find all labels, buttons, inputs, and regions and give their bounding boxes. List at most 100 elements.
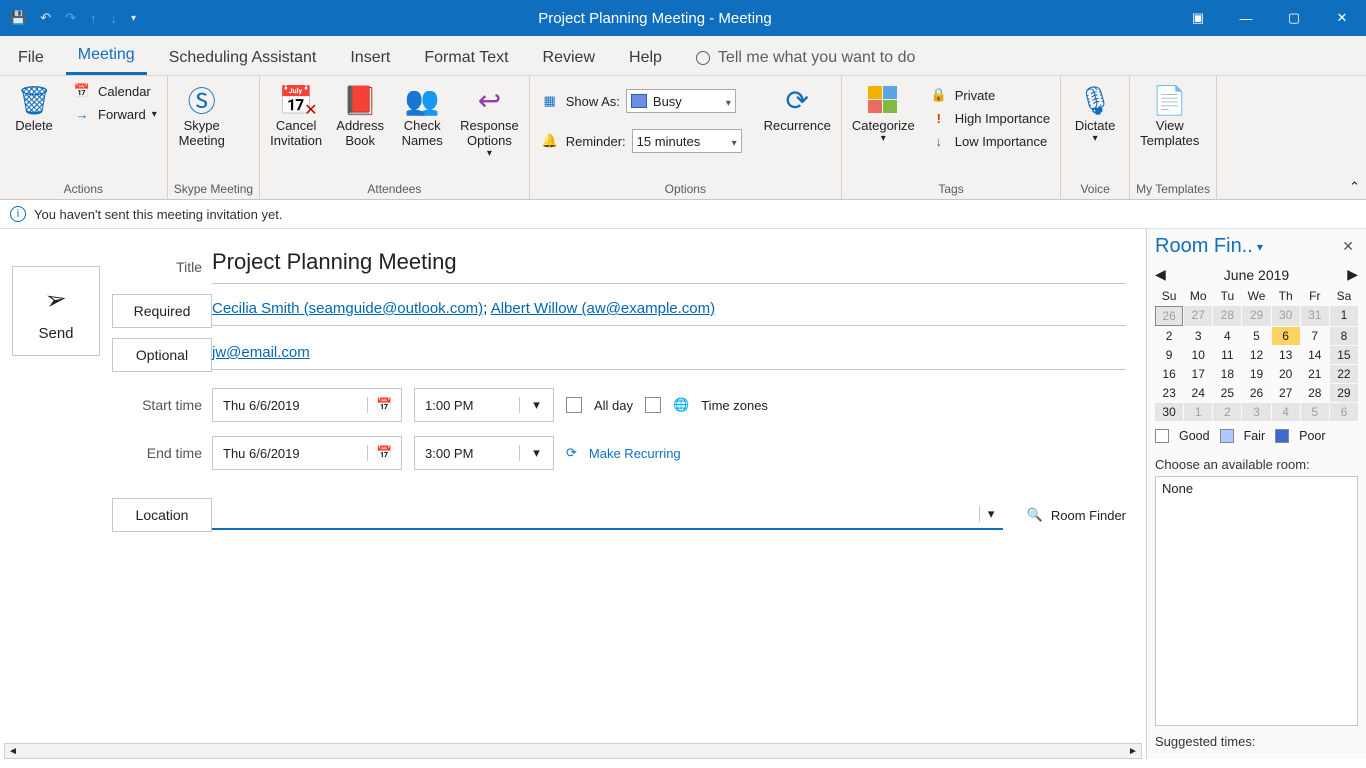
calendar-day[interactable]: 28 xyxy=(1301,384,1329,402)
calendar-day[interactable]: 17 xyxy=(1184,365,1212,383)
calendar-day[interactable]: 22 xyxy=(1330,365,1358,383)
delete-button[interactable]: 🗑 Delete xyxy=(6,80,62,135)
calendar-day[interactable]: 28 xyxy=(1213,306,1241,326)
recipient-link[interactable]: Cecilia Smith (seamguide@outlook.com) xyxy=(212,300,483,317)
recipient-link[interactable]: Albert Willow (aw@example.com) xyxy=(491,300,715,317)
calendar-icon[interactable]: 📅 xyxy=(367,397,401,413)
private-button[interactable]: 🔒 Private xyxy=(925,84,1054,106)
calendar-day[interactable]: 2 xyxy=(1213,403,1241,421)
required-button[interactable]: Required xyxy=(112,294,212,328)
calendar-day[interactable]: 5 xyxy=(1301,403,1329,421)
calendar-day[interactable]: 12 xyxy=(1242,346,1270,364)
tab-scheduling-assistant[interactable]: Scheduling Assistant xyxy=(157,41,329,75)
calendar-day[interactable]: 1 xyxy=(1330,306,1358,326)
calendar-day[interactable]: 3 xyxy=(1184,327,1212,345)
mini-calendar[interactable]: SuMoTuWeThFrSa26272829303112345678910111… xyxy=(1155,287,1358,421)
calendar-day[interactable]: 10 xyxy=(1184,346,1212,364)
tab-review[interactable]: Review xyxy=(531,41,607,75)
redo-icon[interactable]: ↷ xyxy=(65,10,76,26)
tab-file[interactable]: File xyxy=(6,41,56,75)
calendar-day[interactable]: 29 xyxy=(1242,306,1270,326)
send-button[interactable]: ➢ Send xyxy=(12,266,100,356)
undo-icon[interactable]: ↶ xyxy=(40,10,51,26)
calendar-day[interactable]: 19 xyxy=(1242,365,1270,383)
next-month-button[interactable]: ▶ xyxy=(1347,266,1358,283)
chevron-down-icon[interactable]: ▾ xyxy=(519,445,553,461)
pane-close-button[interactable]: ✕ xyxy=(1342,238,1358,255)
start-date-input[interactable]: Thu 6/6/2019 📅 xyxy=(212,388,402,422)
calendar-day[interactable]: 29 xyxy=(1330,384,1358,402)
prev-icon[interactable]: ↑ xyxy=(90,11,97,26)
minimize-button[interactable]: — xyxy=(1222,0,1270,36)
focus-mode-icon[interactable]: ▣ xyxy=(1174,0,1222,36)
horizontal-scrollbar[interactable]: ◄ ► xyxy=(4,743,1142,759)
calendar-day[interactable]: 4 xyxy=(1272,403,1300,421)
view-templates-button[interactable]: 📄 View Templates xyxy=(1136,80,1203,150)
save-icon[interactable]: 💾 xyxy=(10,10,26,26)
low-importance-button[interactable]: ↓ Low Importance xyxy=(925,131,1054,152)
required-field[interactable]: Cecilia Smith (seamguide@outlook.com); A… xyxy=(212,296,1126,326)
maximize-button[interactable]: ▢ xyxy=(1270,0,1318,36)
scroll-right-icon[interactable]: ► xyxy=(1125,746,1141,757)
calendar-day[interactable]: 26 xyxy=(1242,384,1270,402)
optional-field[interactable]: jw@email.com xyxy=(212,340,1126,370)
cancel-invitation-button[interactable]: 📅✕ Cancel Invitation xyxy=(266,80,326,161)
optional-button[interactable]: Optional xyxy=(112,338,212,372)
calendar-icon[interactable]: 📅 xyxy=(367,445,401,461)
recurrence-button[interactable]: ⟳ Recurrence xyxy=(760,80,835,156)
calendar-day[interactable]: 25 xyxy=(1213,384,1241,402)
calendar-day[interactable]: 23 xyxy=(1155,384,1183,402)
collapse-ribbon-button[interactable]: ⌃ xyxy=(1343,76,1366,199)
next-icon[interactable]: ↓ xyxy=(111,11,118,26)
tab-meeting[interactable]: Meeting xyxy=(66,38,147,75)
calendar-day[interactable]: 11 xyxy=(1213,346,1241,364)
show-as-combo[interactable]: Busy xyxy=(626,89,736,113)
calendar-day[interactable]: 31 xyxy=(1301,306,1329,326)
calendar-day[interactable]: 15 xyxy=(1330,346,1358,364)
close-button[interactable]: ✕ xyxy=(1318,0,1366,36)
end-date-input[interactable]: Thu 6/6/2019 📅 xyxy=(212,436,402,470)
calendar-day[interactable]: 4 xyxy=(1213,327,1241,345)
start-time-input[interactable]: 1:00 PM ▾ xyxy=(414,388,554,422)
calendar-day[interactable]: 18 xyxy=(1213,365,1241,383)
calendar-day[interactable]: 13 xyxy=(1272,346,1300,364)
end-time-input[interactable]: 3:00 PM ▾ xyxy=(414,436,554,470)
high-importance-button[interactable]: ! High Importance xyxy=(925,108,1054,129)
calendar-day[interactable]: 3 xyxy=(1242,403,1270,421)
location-button[interactable]: Location xyxy=(112,498,212,532)
timezones-checkbox[interactable] xyxy=(645,397,661,413)
recipient-link[interactable]: jw@email.com xyxy=(212,344,310,361)
calendar-day[interactable]: 9 xyxy=(1155,346,1183,364)
skype-meeting-button[interactable]: Ⓢ Skype Meeting xyxy=(174,80,230,150)
calendar-day[interactable]: 20 xyxy=(1272,365,1300,383)
qat-menu-icon[interactable]: ▾ xyxy=(131,13,136,24)
calendar-day[interactable]: 16 xyxy=(1155,365,1183,383)
forward-button[interactable]: → Forward ▾ xyxy=(68,104,161,125)
room-finder-button[interactable]: 🔍 Room Finder xyxy=(1015,507,1126,523)
title-field[interactable]: Project Planning Meeting xyxy=(212,249,1126,284)
tab-format-text[interactable]: Format Text xyxy=(412,41,520,75)
make-recurring-link[interactable]: Make Recurring xyxy=(589,446,681,461)
tell-me-search[interactable]: Tell me what you want to do xyxy=(684,41,927,75)
calendar-day[interactable]: 14 xyxy=(1301,346,1329,364)
calendar-day[interactable]: 30 xyxy=(1272,306,1300,326)
available-rooms-list[interactable]: None xyxy=(1155,476,1358,726)
check-names-button[interactable]: 👥 Check Names xyxy=(394,80,450,161)
calendar-day[interactable]: 24 xyxy=(1184,384,1212,402)
categorize-button[interactable]: Categorize ▾ xyxy=(848,80,919,152)
calendar-day[interactable]: 26 xyxy=(1155,306,1183,326)
calendar-day[interactable]: 2 xyxy=(1155,327,1183,345)
calendar-day[interactable]: 21 xyxy=(1301,365,1329,383)
room-none-item[interactable]: None xyxy=(1162,481,1351,496)
reminder-combo[interactable]: 15 minutes xyxy=(632,129,742,153)
calendar-day[interactable]: 1 xyxy=(1184,403,1212,421)
calendar-day[interactable]: 5 xyxy=(1242,327,1270,345)
calendar-day[interactable]: 30 xyxy=(1155,403,1183,421)
location-input[interactable]: ▾ xyxy=(212,500,1003,530)
calendar-day[interactable]: 6 xyxy=(1272,327,1300,345)
all-day-checkbox[interactable] xyxy=(566,397,582,413)
scroll-left-icon[interactable]: ◄ xyxy=(5,746,21,757)
calendar-day[interactable]: 27 xyxy=(1272,384,1300,402)
pane-menu-icon[interactable]: ▾ xyxy=(1257,240,1263,254)
calendar-day[interactable]: 8 xyxy=(1330,327,1358,345)
